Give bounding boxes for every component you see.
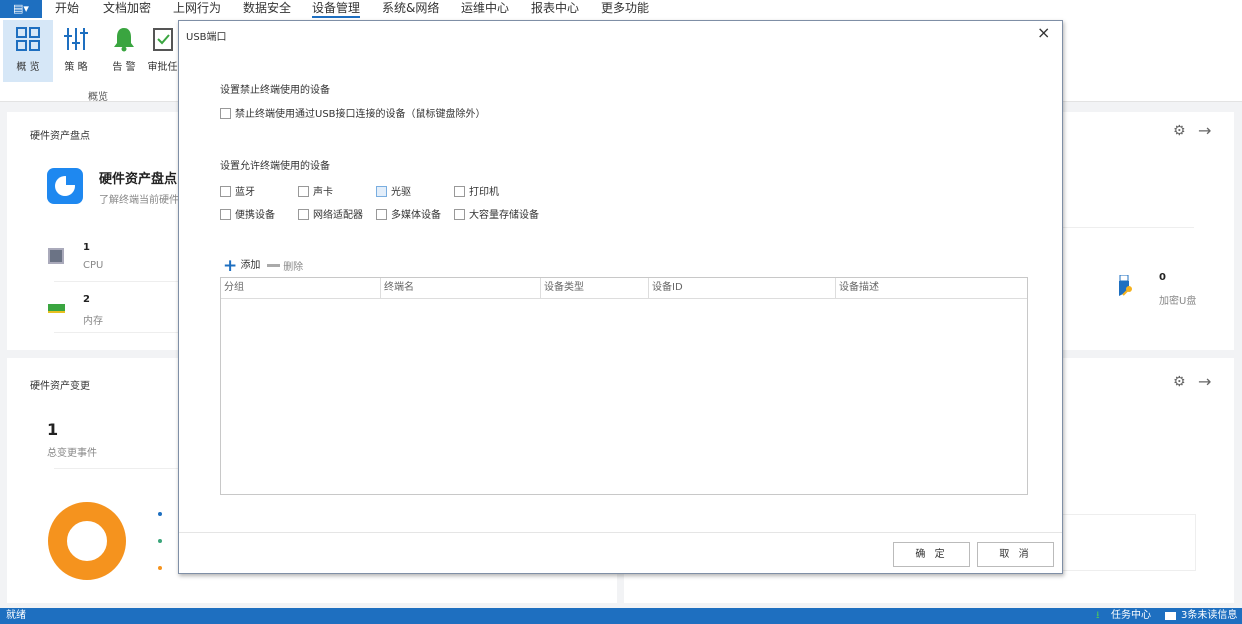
menu-bar: ▤▾ 开始 文档加密 上网行为 数据安全 设备管理 系统&网络 运维中心 报表中…: [0, 0, 1242, 18]
tool-overview[interactable]: 概 览: [3, 20, 53, 82]
header-divider: [221, 298, 1027, 299]
app-menu-button[interactable]: ▤▾: [0, 0, 42, 18]
menu-system-network[interactable]: 系统&网络: [382, 0, 439, 18]
column-header-device-id[interactable]: 设备ID: [649, 278, 836, 298]
legend-dot: [158, 566, 162, 570]
checkbox[interactable]: [454, 186, 465, 197]
tool-policy[interactable]: 策 略: [51, 20, 101, 82]
column-header-terminal[interactable]: 终端名: [381, 278, 541, 298]
checkbox-network-adapter[interactable]: 网络适配器: [298, 206, 363, 221]
card-title: 硬件资产变更: [30, 381, 90, 392]
checkbox-printer[interactable]: 打印机: [454, 183, 499, 198]
task-center-link[interactable]: 任务中心: [1111, 608, 1151, 624]
allow-section-label: 设置允许终端使用的设备: [220, 161, 330, 172]
arrow-right-icon[interactable]: →: [1198, 372, 1211, 391]
column-header-device-desc[interactable]: 设备描述: [836, 278, 1027, 298]
unread-messages-link[interactable]: 3条未读信息: [1181, 608, 1237, 624]
ribbon-group-label: 概览: [88, 92, 108, 103]
overview-grid-icon: [3, 20, 53, 58]
remove-button[interactable]: 删除: [267, 258, 303, 273]
tool-alarm[interactable]: 告 警: [99, 20, 149, 82]
column-header-device-type[interactable]: 设备类型: [541, 278, 649, 298]
checkbox[interactable]: [220, 108, 231, 119]
divider: [1044, 227, 1194, 228]
device-table[interactable]: 分组 终端名 设备类型 设备ID 设备描述: [220, 277, 1028, 495]
pie-chart-icon: [47, 168, 83, 204]
menu-web-behavior[interactable]: 上网行为: [173, 0, 221, 18]
close-icon[interactable]: ×: [1037, 23, 1050, 42]
checkbox-bluetooth[interactable]: 蓝牙: [220, 183, 255, 198]
cpu-count: 1: [83, 242, 90, 253]
encrypted-usb-icon: [1117, 274, 1135, 296]
tool-approval[interactable]: 审批任: [147, 20, 178, 82]
forbid-usb-checkbox[interactable]: 禁止终端使用通过USB接口连接的设备（鼠标键盘除外）: [220, 105, 486, 120]
cpu-icon: [48, 248, 64, 264]
policy-sliders-icon: [51, 20, 101, 58]
forbid-section-label: 设置禁止终端使用的设备: [220, 85, 330, 96]
checkbox-multimedia[interactable]: 多媒体设备: [376, 206, 441, 221]
column-header-group[interactable]: 分组: [221, 278, 381, 298]
minus-icon: [267, 264, 280, 267]
ok-button[interactable]: 确 定: [893, 542, 970, 567]
checkbox[interactable]: [298, 186, 309, 197]
usb-count: 0: [1159, 272, 1166, 283]
app-menu-icon: ▤▾: [13, 2, 29, 15]
menu-start[interactable]: 开始: [55, 0, 79, 18]
menu-ops-center[interactable]: 运维中心: [461, 0, 509, 18]
add-button[interactable]: + 添加: [223, 256, 260, 276]
approval-check-icon: [147, 20, 178, 58]
dialog-title: USB端口: [186, 32, 227, 43]
checkbox[interactable]: [376, 209, 387, 220]
checkbox[interactable]: [220, 209, 231, 220]
status-text: 就绪: [6, 610, 26, 621]
checkbox-optical-drive[interactable]: 光驱: [376, 183, 411, 198]
checkbox-portable-device[interactable]: 便携设备: [220, 206, 275, 221]
legend-dot: [158, 539, 162, 543]
menu-data-security[interactable]: 数据安全: [243, 0, 291, 18]
checkbox[interactable]: [376, 186, 387, 197]
settings-gear-icon[interactable]: ⚙: [1173, 123, 1186, 139]
menu-report-center[interactable]: 报表中心: [531, 0, 579, 18]
memory-icon: [48, 304, 65, 313]
divider: [54, 281, 184, 282]
divider: [54, 332, 184, 333]
inventory-desc: 了解终端当前硬件: [99, 195, 179, 206]
arrow-right-icon[interactable]: →: [1198, 121, 1211, 140]
plus-icon: +: [223, 256, 238, 276]
checkbox[interactable]: [220, 186, 231, 197]
menu-doc-encrypt[interactable]: 文档加密: [103, 0, 151, 18]
settings-gear-icon[interactable]: ⚙: [1173, 374, 1186, 390]
checkbox[interactable]: [454, 209, 465, 220]
cpu-label: CPU: [83, 260, 104, 271]
total-changes: 1: [47, 420, 59, 439]
divider: [54, 468, 184, 469]
donut-chart: [48, 502, 126, 580]
cancel-button[interactable]: 取 消: [977, 542, 1054, 567]
menu-more[interactable]: 更多功能: [601, 0, 649, 18]
usb-label: 加密U盘: [1159, 296, 1197, 307]
checkbox[interactable]: [298, 209, 309, 220]
message-icon: [1165, 612, 1176, 620]
checkbox-sound-card[interactable]: 声卡: [298, 183, 333, 198]
alarm-bell-icon: [99, 20, 149, 58]
download-icon: ⭳: [1096, 610, 1100, 621]
total-changes-label: 总变更事件: [47, 448, 97, 459]
card-title: 硬件资产盘点: [30, 131, 90, 142]
memory-label: 内存: [83, 316, 103, 327]
memory-count: 2: [83, 294, 90, 305]
legend-dot: [158, 512, 162, 516]
usb-port-dialog: USB端口 × 设置禁止终端使用的设备 禁止终端使用通过USB接口连接的设备（鼠…: [178, 20, 1063, 574]
panel: [1044, 514, 1196, 571]
menu-device-management[interactable]: 设备管理: [312, 0, 361, 18]
footer-divider: [179, 532, 1062, 533]
checkbox-mass-storage[interactable]: 大容量存储设备: [454, 206, 539, 221]
inventory-heading: 硬件资产盘点: [99, 172, 178, 187]
status-bar: 就绪 ⭳ 任务中心 3条未读信息: [0, 608, 1242, 624]
